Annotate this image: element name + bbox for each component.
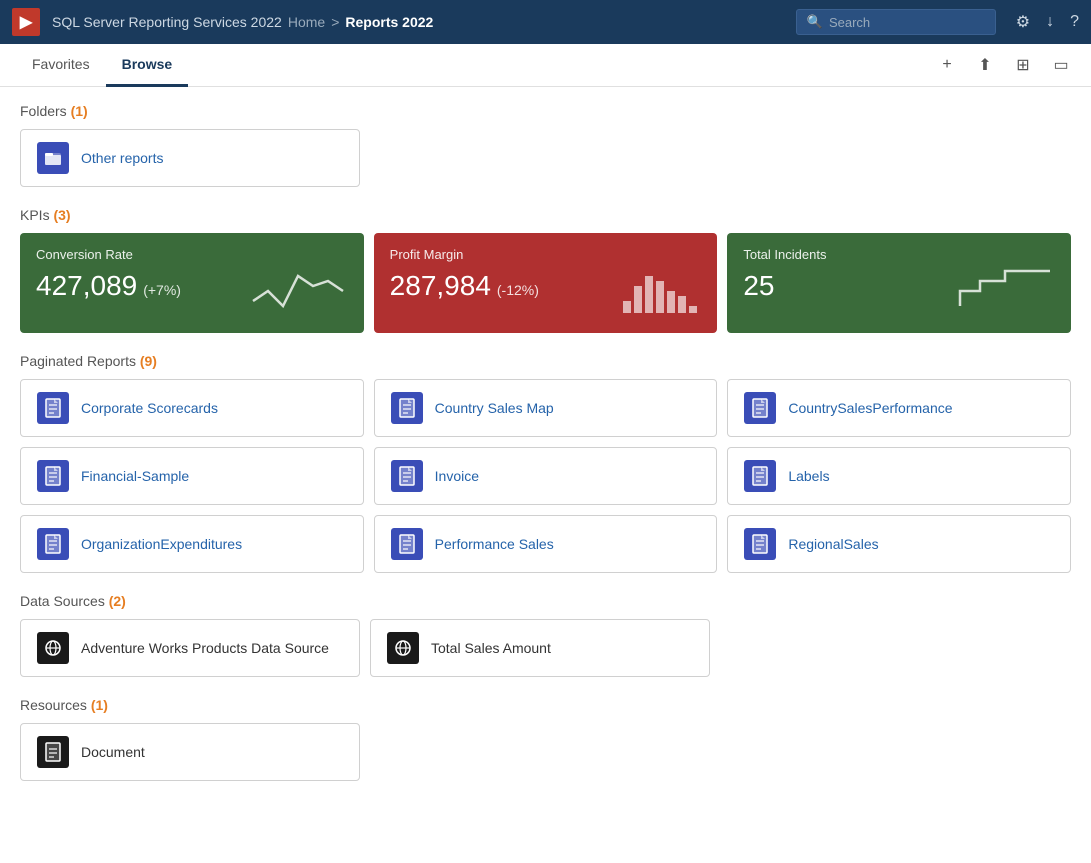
paginated-reports-label: Paginated Reports — [20, 353, 136, 369]
folders-grid: Other reports — [20, 129, 1071, 187]
download-icon[interactable]: ↓ — [1046, 13, 1054, 31]
report-performance-sales-label: Performance Sales — [435, 536, 554, 552]
search-box: 🔍 — [796, 9, 996, 35]
kpis-count: (3) — [53, 207, 70, 223]
folder-item-other-reports[interactable]: Other reports — [20, 129, 360, 187]
resources-count: (1) — [91, 697, 108, 713]
kpi-profit-margin-title: Profit Margin — [390, 247, 702, 262]
data-sources-section-header: Data Sources (2) — [20, 593, 1071, 609]
report-labels-label: Labels — [788, 468, 829, 484]
datasource-grid: Adventure Works Products Data Source Tot… — [20, 619, 1071, 677]
kpis-grid: Conversion Rate 427,089 (+7%) Profit Mar… — [20, 233, 1071, 333]
app-logo: ▶ — [12, 8, 40, 36]
resources-section-header: Resources (1) — [20, 697, 1071, 713]
folders-count: (1) — [71, 103, 88, 119]
kpi-conversion-rate[interactable]: Conversion Rate 427,089 (+7%) — [20, 233, 364, 333]
report-invoice[interactable]: Invoice — [374, 447, 718, 505]
report-country-sales-performance[interactable]: CountrySalesPerformance — [727, 379, 1071, 437]
report-corporate-scorecards[interactable]: Corporate Scorecards — [20, 379, 364, 437]
breadcrumb-current: Reports 2022 — [345, 14, 433, 30]
tab-browse[interactable]: Browse — [106, 44, 189, 87]
resource-document[interactable]: Document — [20, 723, 360, 781]
app-name: SQL Server Reporting Services 2022 — [52, 14, 282, 30]
kpi-conversion-rate-value: 427,089 — [36, 270, 137, 302]
kpi-profit-margin-value: 287,984 — [390, 270, 491, 302]
breadcrumb-home[interactable]: Home — [288, 14, 325, 30]
report-icon — [391, 392, 423, 424]
report-country-sales-map-label: Country Sales Map — [435, 400, 554, 416]
paginated-reports-count: (9) — [140, 353, 157, 369]
header-title: SQL Server Reporting Services 2022 Home … — [52, 14, 433, 30]
breadcrumb-separator: > — [331, 14, 339, 30]
kpi-total-incidents-value: 25 — [743, 270, 774, 302]
report-financial-sample[interactable]: Financial-Sample — [20, 447, 364, 505]
datasource-total-sales-label: Total Sales Amount — [431, 640, 551, 656]
folders-section-header: Folders (1) — [20, 103, 1071, 119]
report-regional-sales[interactable]: RegionalSales — [727, 515, 1071, 573]
report-icon — [391, 460, 423, 492]
report-icon — [744, 528, 776, 560]
report-performance-sales[interactable]: Performance Sales — [374, 515, 718, 573]
folders-label: Folders — [20, 103, 67, 119]
report-corporate-scorecards-label: Corporate Scorecards — [81, 400, 218, 416]
datasource-adventure-works-label: Adventure Works Products Data Source — [81, 640, 329, 656]
report-icon — [37, 460, 69, 492]
settings-icon[interactable]: ⚙ — [1016, 12, 1030, 32]
kpi-conversion-rate-change: (+7%) — [143, 282, 181, 298]
kpi-profit-margin[interactable]: Profit Margin 287,984 (-12%) — [374, 233, 718, 333]
kpi-total-incidents-chart — [955, 261, 1055, 319]
datasource-icon — [37, 632, 69, 664]
kpi-total-incidents[interactable]: Total Incidents 25 — [727, 233, 1071, 333]
resources-label: Resources — [20, 697, 87, 713]
header: ▶ SQL Server Reporting Services 2022 Hom… — [0, 0, 1091, 44]
resource-document-label: Document — [81, 744, 145, 760]
report-organization-expenditures-label: OrganizationExpenditures — [81, 536, 242, 552]
resources-grid: Document — [20, 723, 1071, 781]
logo-icon: ▶ — [20, 12, 32, 32]
search-icon: 🔍 — [807, 14, 823, 30]
main-content: Folders (1) Other reports KPIs (3) Conve… — [0, 87, 1091, 797]
folder-icon — [37, 142, 69, 174]
upload-button[interactable]: ⬆ — [971, 51, 999, 79]
kpis-section-header: KPIs (3) — [20, 207, 1071, 223]
data-sources-label: Data Sources — [20, 593, 105, 609]
resource-icon — [37, 736, 69, 768]
report-organization-expenditures[interactable]: OrganizationExpenditures — [20, 515, 364, 573]
report-country-sales-map[interactable]: Country Sales Map — [374, 379, 718, 437]
tab-favorites[interactable]: Favorites — [16, 44, 106, 87]
report-financial-sample-label: Financial-Sample — [81, 468, 189, 484]
kpis-label: KPIs — [20, 207, 50, 223]
nav-tabs: Favorites Browse + ⬆ ⊞ ▭ — [0, 44, 1091, 87]
folder-other-reports-label: Other reports — [81, 150, 163, 166]
report-icon — [37, 528, 69, 560]
datasource-adventure-works[interactable]: Adventure Works Products Data Source — [20, 619, 360, 677]
new-button[interactable]: + — [933, 51, 961, 79]
report-regional-sales-label: RegionalSales — [788, 536, 878, 552]
report-icon — [744, 392, 776, 424]
data-sources-count: (2) — [109, 593, 126, 609]
paginated-reports-grid: Corporate Scorecards Country Sales Map — [20, 379, 1071, 573]
report-icon — [391, 528, 423, 560]
nav-tab-actions: + ⬆ ⊞ ▭ — [933, 51, 1075, 79]
report-invoice-label: Invoice — [435, 468, 479, 484]
list-view-button[interactable]: ▭ — [1047, 51, 1075, 79]
tile-view-button[interactable]: ⊞ — [1009, 51, 1037, 79]
kpi-conversion-rate-chart — [248, 261, 348, 319]
kpi-profit-margin-change: (-12%) — [497, 282, 539, 298]
datasource-icon — [387, 632, 419, 664]
kpi-total-incidents-title: Total Incidents — [743, 247, 1055, 262]
datasource-total-sales[interactable]: Total Sales Amount — [370, 619, 710, 677]
report-labels[interactable]: Labels — [727, 447, 1071, 505]
search-input[interactable] — [829, 15, 985, 30]
kpi-conversion-rate-title: Conversion Rate — [36, 247, 348, 262]
header-actions: ⚙ ↓ ? — [1016, 12, 1079, 32]
help-icon[interactable]: ? — [1070, 13, 1079, 31]
report-icon — [744, 460, 776, 492]
paginated-reports-section-header: Paginated Reports (9) — [20, 353, 1071, 369]
kpi-profit-margin-chart — [621, 261, 701, 319]
report-icon — [37, 392, 69, 424]
report-country-sales-performance-label: CountrySalesPerformance — [788, 400, 952, 416]
